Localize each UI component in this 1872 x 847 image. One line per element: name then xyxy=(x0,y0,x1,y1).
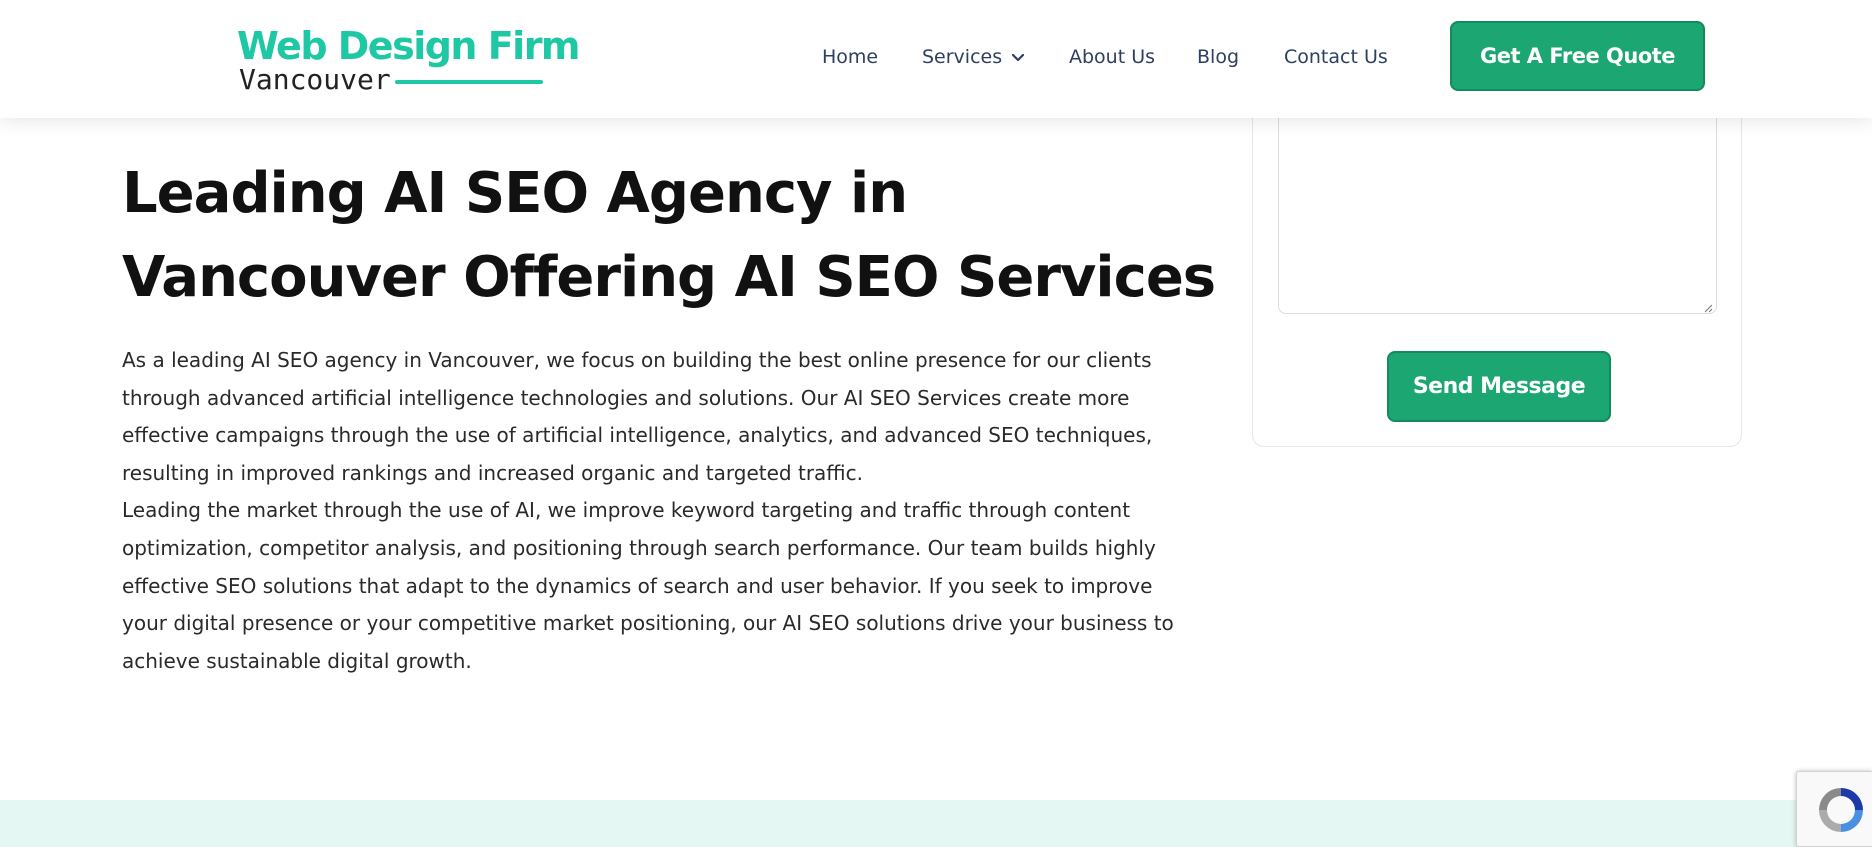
logo-underline xyxy=(395,80,543,84)
contact-form-card: Send Message xyxy=(1252,60,1742,447)
nav-contact-us[interactable]: Contact Us xyxy=(1284,40,1388,74)
site-header: Web Design Firm Vancouver Home Services … xyxy=(0,0,1872,118)
nav-about-us[interactable]: About Us xyxy=(1069,40,1155,74)
nav-services[interactable]: Services xyxy=(922,40,1025,74)
nav-services-label: Services xyxy=(922,46,1003,68)
logo-line-2: Vancouver xyxy=(239,63,391,96)
site-logo[interactable]: Web Design Firm Vancouver xyxy=(237,24,581,96)
next-section-band xyxy=(0,800,1872,847)
logo-line-1: Web Design Firm xyxy=(237,24,581,68)
nav-blog[interactable]: Blog xyxy=(1197,40,1239,74)
get-free-quote-button[interactable]: Get A Free Quote xyxy=(1450,21,1705,91)
nav-home[interactable]: Home xyxy=(822,40,878,74)
main-content: Leading AI SEO Agency in Vancouver Offer… xyxy=(0,0,1872,800)
resize-grip-icon[interactable] xyxy=(1703,303,1713,313)
page-title: Leading AI SEO Agency in Vancouver Offer… xyxy=(122,161,1216,310)
recaptcha-badge[interactable] xyxy=(1796,771,1872,847)
intro-text: As a leading AI SEO agency in Vancouver,… xyxy=(122,342,1197,680)
intro-paragraph-1: As a leading AI SEO agency in Vancouver,… xyxy=(122,348,1153,485)
intro-paragraph-2: Leading the market through the use of AI… xyxy=(122,498,1174,673)
chevron-down-icon xyxy=(1012,53,1025,61)
recaptcha-logo-icon xyxy=(1819,788,1863,832)
send-message-button[interactable]: Send Message xyxy=(1387,351,1611,422)
